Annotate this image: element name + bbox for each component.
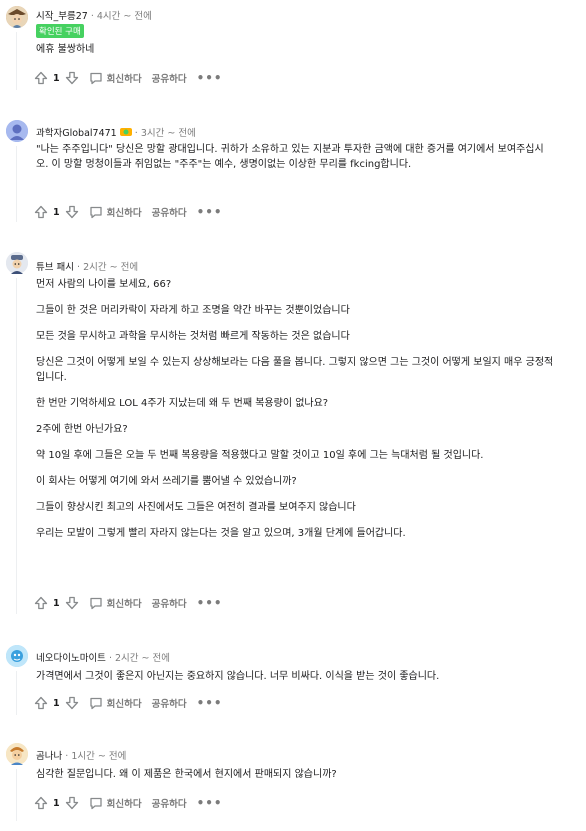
author-name[interactable]: 튜브 패시 [36,262,74,273]
comment-actions: 1 회신하다 공유하다 ••• [34,795,223,811]
comment-text: 우리는 모발이 그렇게 빨리 자라지 않는다는 것을 알고 있으며, 3개월 단… [36,528,406,539]
avatar[interactable] [6,6,28,28]
verified-purchase-badge: 확인된 구매 [36,24,84,38]
comment-text: 약 10일 후에 그들은 오늘 두 번째 복용량을 적용했다고 말할 것이고 1… [36,450,484,461]
thread-line[interactable] [16,769,17,821]
avatar[interactable] [6,645,28,667]
comment-text: 이 회사는 어떻게 여기에 와서 쓰레기를 뿜어낼 수 있었습니까? [36,476,297,487]
comment-text: 가격면에서 그것이 좋은지 아닌지는 중요하지 않습니다. 너무 비싸다. 이식… [36,671,440,682]
comment-header: 과학자Global7471 · 3시간 ~ 전에 [36,127,196,139]
comment: 튜브 패시 · 2시간 ~ 전에 먼저 사람의 나이를 보세요, 66? 그들이… [0,250,586,620]
upvote-icon[interactable] [34,596,48,610]
vote-count: 1 [53,597,60,609]
more-options-button[interactable]: ••• [197,597,223,609]
comment-bubble-icon [89,205,103,219]
share-button[interactable]: 공유하다 [152,696,187,710]
author-name[interactable]: 시작_부릉27 [36,11,88,22]
comment-bubble-icon [89,71,103,85]
comment-text: 한 번만 기억하세요 LOL 4주가 지났는데 왜 두 번째 복용량이 없나요? [36,398,329,409]
timestamp[interactable]: 2시간 ~ 전에 [83,262,138,273]
thread-line[interactable] [16,671,17,715]
comment-text: 먼저 사람의 나이를 보세요, 66? [36,279,172,290]
comment: 곰나나 · 1시간 ~ 전에 심각한 질문입니다. 왜 이 제품은 한국에서 현… [0,742,586,826]
downvote-icon[interactable] [65,205,79,219]
comment-header: 시작_부릉27 · 4시간 ~ 전에 [36,11,152,22]
author-name[interactable]: 과학자Global7471 [36,128,117,139]
comment-bubble-icon [89,696,103,710]
more-options-button[interactable]: ••• [197,797,223,809]
timestamp[interactable]: 2시간 ~ 전에 [115,653,170,664]
comment-actions: 1 회신하다 공유하다 ••• [34,695,223,711]
vote-count: 1 [53,206,60,218]
reply-button[interactable]: 회신하다 [89,596,142,610]
comment: 과학자Global7471 · 3시간 ~ 전에 "나는 주주입니다" 당신은 … [0,118,586,226]
comment-bubble-icon [89,596,103,610]
comment-header: 네오다이노마이트 · 2시간 ~ 전에 [36,653,171,664]
vote-count: 1 [53,697,60,709]
upvote-icon[interactable] [34,71,48,85]
reply-button[interactable]: 회신하다 [89,696,142,710]
reply-button[interactable]: 회신하다 [89,205,142,219]
comment-text: 심각한 질문입니다. 왜 이 제품은 한국에서 현지에서 판매되지 않습니까? [36,769,337,780]
vote-count: 1 [53,797,60,809]
comment-text: 2주에 한번 아닌가요? [36,424,128,435]
comment-body: "나는 주주입니다" 당신은 망할 광대입니다. 귀하가 소유하고 있는 지분과… [36,142,556,183]
comment-actions: 1 회신하다 공유하다 ••• [34,595,223,611]
timestamp[interactable]: 4시간 ~ 전에 [97,11,152,22]
downvote-icon[interactable] [65,696,79,710]
vote-count: 1 [53,72,60,84]
more-options-button[interactable]: ••• [197,206,223,218]
timestamp[interactable]: 3시간 ~ 전에 [141,128,196,139]
comment-body: 심각한 질문입니다. 왜 이 제품은 한국에서 현지에서 판매되지 않습니까? [36,767,556,793]
comment-bubble-icon [89,796,103,810]
reply-button[interactable]: 회신하다 [89,796,142,810]
comment-header: 곰나나 · 1시간 ~ 전에 [36,751,127,762]
upvote-icon[interactable] [34,205,48,219]
thread-line[interactable] [16,146,17,222]
avatar[interactable] [6,120,28,142]
comment: 시작_부릉27 · 4시간 ~ 전에 확인된 구매 에휴 불쌍하네 1 회신하다… [0,0,586,96]
comment-text: "나는 주주입니다" 당신은 망할 광대입니다. 귀하가 소유하고 있는 지분과… [36,144,544,170]
comment-body: 에휴 불쌍하네 [36,42,556,68]
timestamp[interactable]: 1시간 ~ 전에 [71,751,126,762]
downvote-icon[interactable] [65,796,79,810]
share-button[interactable]: 공유하다 [152,796,187,810]
more-options-button[interactable]: ••• [197,72,223,84]
upvote-icon[interactable] [34,796,48,810]
reply-button[interactable]: 회신하다 [89,71,142,85]
upvote-icon[interactable] [34,696,48,710]
comment-body: 가격면에서 그것이 좋은지 아닌지는 중요하지 않습니다. 너무 비싸다. 이식… [36,669,556,695]
more-options-button[interactable]: ••• [197,697,223,709]
avatar[interactable] [6,743,28,765]
comment: 네오다이노마이트 · 2시간 ~ 전에 가격면에서 그것이 좋은지 아닌지는 중… [0,644,586,720]
share-button[interactable]: 공유하다 [152,205,187,219]
author-name[interactable]: 곰나나 [36,751,62,762]
comment-text: 그들이 향상시킨 최고의 사진에서도 그들은 여전히 결과를 보여주지 않습니다 [36,502,356,513]
downvote-icon[interactable] [65,596,79,610]
comment-text: 모든 것을 무시하고 과학을 무시하는 것처럼 빠르게 작동하는 것은 없습니다 [36,331,350,342]
author-name[interactable]: 네오다이노마이트 [36,653,106,664]
thread-line[interactable] [16,32,17,90]
comment-header: 튜브 패시 · 2시간 ~ 전에 [36,262,139,273]
comment-text: 당신은 그것이 어떻게 보일 수 있는지 상상해보라는 다음 풀을 봅니다. 그… [36,357,554,383]
comment-actions: 1 회신하다 공유하다 ••• [34,70,223,86]
avatar[interactable] [6,252,28,274]
comment-text: 그들이 한 것은 머리카락이 자라게 하고 조명을 약간 바꾸는 것뿐이었습니다 [36,305,350,316]
award-icon [119,127,132,137]
share-button[interactable]: 공유하다 [152,596,187,610]
thread-line[interactable] [16,278,17,614]
downvote-icon[interactable] [65,71,79,85]
comment-body: 먼저 사람의 나이를 보세요, 66? 그들이 한 것은 머리카락이 자라게 하… [36,277,556,552]
comment-text: 에휴 불쌍하네 [36,44,95,55]
share-button[interactable]: 공유하다 [152,71,187,85]
comment-actions: 1 회신하다 공유하다 ••• [34,204,223,220]
